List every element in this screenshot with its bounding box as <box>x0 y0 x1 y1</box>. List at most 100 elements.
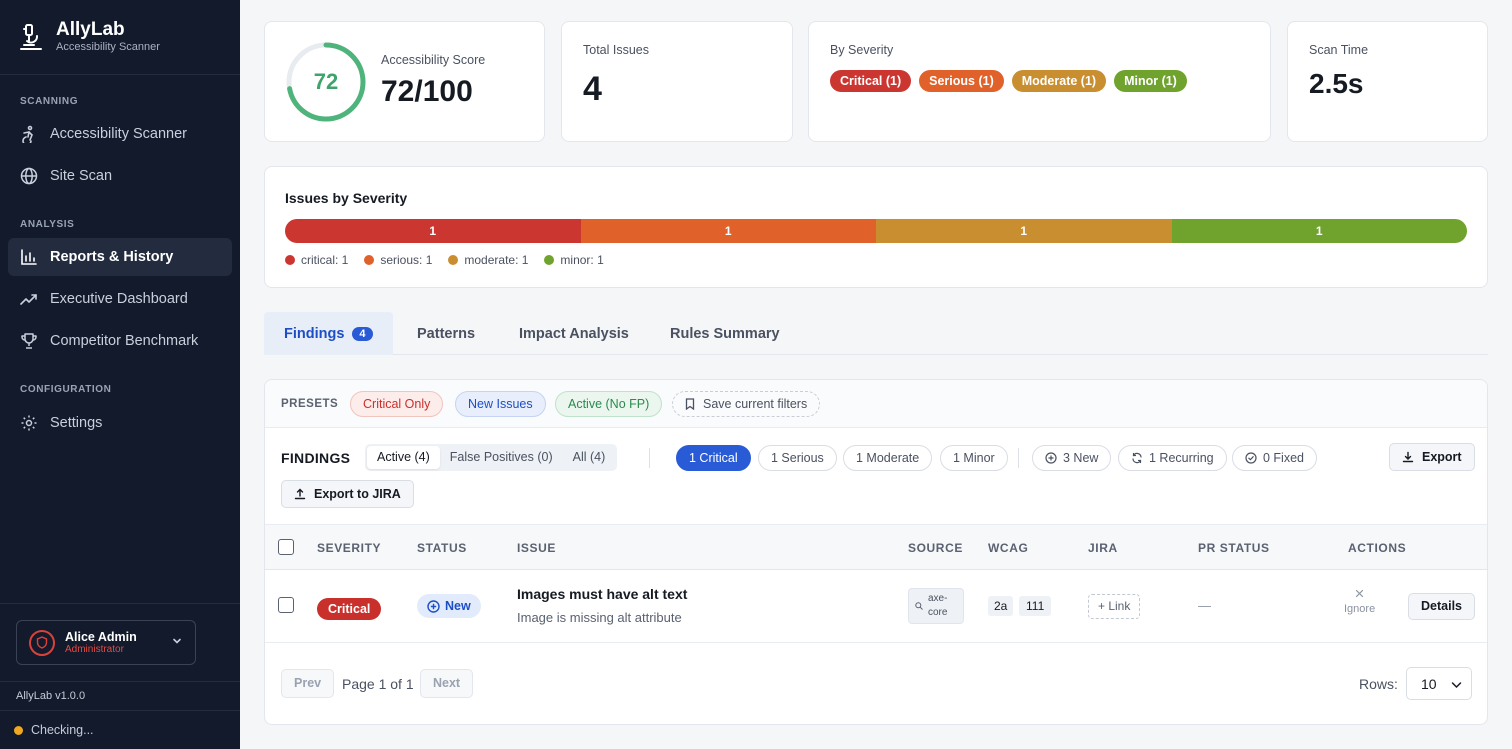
filter-chip-new[interactable]: 3 New <box>1032 445 1112 471</box>
row-checkbox[interactable] <box>278 597 294 613</box>
sidebar-item-competitor-benchmark[interactable]: Competitor Benchmark <box>8 322 232 360</box>
plus-circle-icon <box>427 599 440 613</box>
chip-label: 0 Fixed <box>1263 451 1304 465</box>
divider <box>1018 448 1019 468</box>
score-ring-value: 72 <box>313 69 339 94</box>
preset-new-issues[interactable]: New Issues <box>455 391 546 417</box>
save-filters-button[interactable]: Save current filters <box>672 391 821 417</box>
legend-item-minor: minor: 1 <box>544 253 604 267</box>
sidebar-item-label: Settings <box>50 415 103 431</box>
header-wcag[interactable]: WCAG <box>988 541 1028 555</box>
total-issues-label: Total Issues <box>583 43 650 57</box>
source-tag: axe-core <box>908 588 964 624</box>
pr-status: — <box>1198 598 1211 613</box>
header-issue[interactable]: ISSUE <box>517 541 556 555</box>
sidebar-item-accessibility-scanner[interactable]: Accessibility Scanner <box>8 115 232 153</box>
filter-chip-fixed[interactable]: 0 Fixed <box>1232 445 1317 471</box>
by-severity-label: By Severity <box>830 43 894 57</box>
header-jira[interactable]: JIRA <box>1088 541 1118 555</box>
sidebar-item-reports-history[interactable]: Reports & History <box>8 238 232 276</box>
header-severity[interactable]: SEVERITY <box>317 541 381 555</box>
legend-label: critical: 1 <box>301 253 349 267</box>
tab-patterns[interactable]: Patterns <box>417 312 475 355</box>
severity-bar-critical: 1 <box>285 219 581 243</box>
ignore-button[interactable]: Ignore <box>1344 588 1375 616</box>
severity-pill-serious: Serious (1) <box>919 70 1004 92</box>
header-source[interactable]: SOURCE <box>908 541 963 555</box>
trophy-icon <box>20 332 38 350</box>
divider <box>649 448 650 468</box>
score-label: Accessibility Score <box>381 53 486 67</box>
rows-per-page-select[interactable]: 10 <box>1406 667 1472 700</box>
status-badge: New <box>417 594 481 618</box>
legend-item-moderate: moderate: 1 <box>448 253 528 267</box>
source-line: core <box>928 607 948 618</box>
filter-chip-serious[interactable]: 1 Serious <box>758 445 837 471</box>
sidebar-item-settings[interactable]: Settings <box>8 404 232 442</box>
presets-label: PRESETS <box>281 398 339 410</box>
next-page-button[interactable]: Next <box>420 669 474 698</box>
sidebar-item-site-scan[interactable]: Site Scan <box>8 157 232 195</box>
export-to-jira-button[interactable]: Export to JIRA <box>281 480 414 508</box>
sidebar-divider <box>0 710 240 711</box>
export-button[interactable]: Export <box>1389 443 1475 471</box>
select-all-checkbox[interactable] <box>278 539 294 555</box>
legend-label: moderate: 1 <box>464 253 529 267</box>
search-icon <box>915 602 923 610</box>
sidebar-item-label: Competitor Benchmark <box>50 333 199 349</box>
bookmark-icon <box>685 398 695 410</box>
section-analysis: ANALYSIS <box>20 219 75 230</box>
table-header: SEVERITY STATUS ISSUE SOURCE WCAG JIRA P… <box>265 524 1487 570</box>
legend-item-serious: serious: 1 <box>364 253 432 267</box>
wcag-tag: 111 <box>1019 596 1052 616</box>
details-button[interactable]: Details <box>1408 593 1475 620</box>
sidebar-item-label: Site Scan <box>50 168 113 184</box>
filter-chip-recurring[interactable]: 1 Recurring <box>1118 445 1227 471</box>
sidebar-item-executive-dashboard[interactable]: Executive Dashboard <box>8 280 232 318</box>
brand[interactable]: AllyLab Accessibility Scanner <box>0 0 240 75</box>
sidebar-divider <box>0 603 240 604</box>
severity-pill-group: Critical (1) Serious (1) Moderate (1) Minor… <box>830 70 1195 92</box>
table-row[interactable]: Critical New Images must have alt text I… <box>265 570 1487 643</box>
severity-bar: 1 1 1 1 <box>285 219 1467 243</box>
page-info: Page 1 of 1 <box>342 676 414 692</box>
segment-false-positives[interactable]: False Positives (0) <box>440 446 563 469</box>
header-actions: ACTIONS <box>1348 541 1407 555</box>
filter-chip-minor[interactable]: 1 Minor <box>940 445 1008 471</box>
status-text: Checking... <box>31 723 94 737</box>
connection-status: Checking... <box>14 723 94 737</box>
issue-title[interactable]: Images must have alt text <box>517 586 687 602</box>
close-icon <box>1355 589 1364 598</box>
scan-time-card: Scan Time 2.5s <box>1287 21 1488 142</box>
segment-all[interactable]: All (4) <box>563 446 616 469</box>
shield-icon <box>36 636 48 649</box>
header-pr-status[interactable]: PR STATUS <box>1198 541 1270 555</box>
scan-time-label: Scan Time <box>1309 43 1369 57</box>
segment-active[interactable]: Active (4) <box>367 446 440 469</box>
tab-findings[interactable]: Findings 4 <box>264 312 393 355</box>
tab-bar: Findings 4 Patterns Impact Analysis Rule… <box>264 312 1488 355</box>
download-icon <box>1402 451 1414 463</box>
preset-active-no-fp[interactable]: Active (No FP) <box>555 391 663 417</box>
jira-link-button[interactable]: + Link <box>1088 594 1141 619</box>
findings-panel: PRESETS Critical Only New Issues Active … <box>264 379 1488 725</box>
user-menu[interactable]: Alice Admin Administrator <box>16 620 196 665</box>
filter-chip-moderate[interactable]: 1 Moderate <box>843 445 933 471</box>
prev-page-button[interactable]: Prev <box>281 669 335 698</box>
tab-rules-summary[interactable]: Rules Summary <box>670 312 780 355</box>
accessibility-icon <box>20 125 38 143</box>
microscope-icon <box>20 24 42 50</box>
filter-chip-critical[interactable]: 1 Critical <box>676 445 751 471</box>
issues-by-severity-title: Issues by Severity <box>285 190 408 206</box>
export-label: Export <box>1422 450 1462 464</box>
legend-label: minor: 1 <box>560 253 604 267</box>
severity-bar-moderate: 1 <box>876 219 1172 243</box>
chevron-down-icon <box>173 638 181 644</box>
sidebar-item-label: Reports & History <box>50 249 174 265</box>
header-status[interactable]: STATUS <box>417 541 467 555</box>
preset-critical-only[interactable]: Critical Only <box>350 391 444 417</box>
sidebar-item-label: Executive Dashboard <box>50 291 188 307</box>
save-filters-label: Save current filters <box>703 397 808 411</box>
tab-impact-analysis[interactable]: Impact Analysis <box>519 312 629 355</box>
chevron-down-icon <box>1451 682 1462 689</box>
